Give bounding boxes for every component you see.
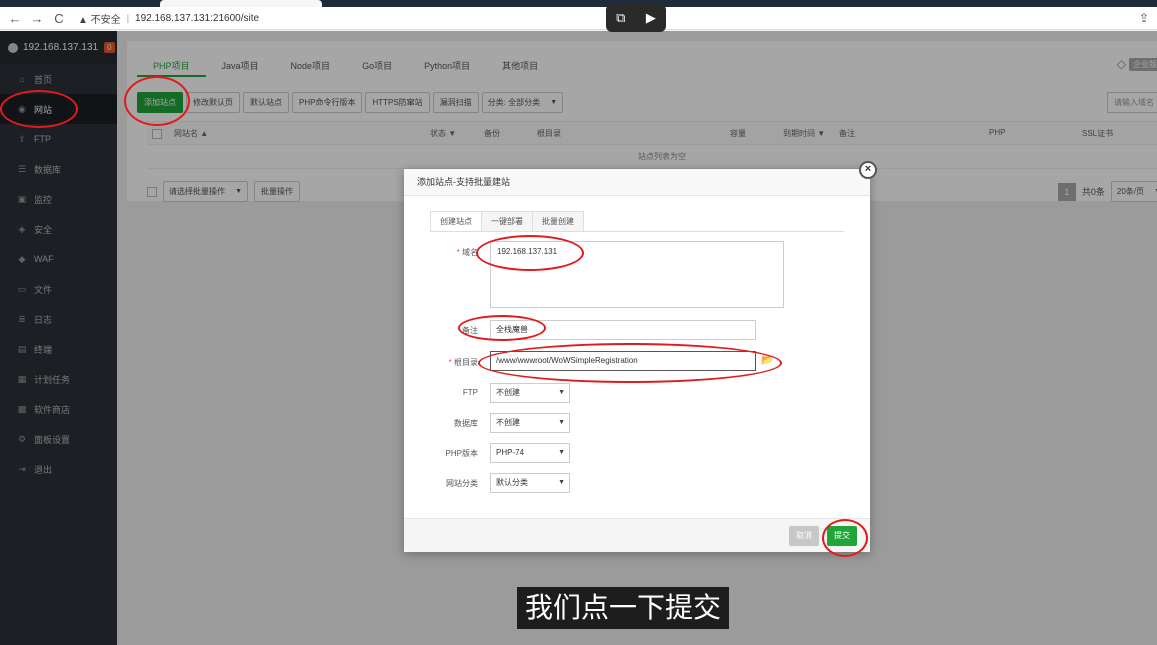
share-icon[interactable]: ⇪ — [1139, 11, 1149, 25]
domain-label: * 域名 — [456, 248, 478, 257]
modal-tab[interactable]: 一键部署 — [481, 211, 533, 231]
address-separator: | — [126, 13, 130, 23]
annotation-ring-add-site — [124, 76, 190, 126]
cancel-button[interactable]: 取消 — [789, 526, 819, 546]
modal-tab[interactable]: 批量创建 — [532, 211, 584, 231]
url-text[interactable]: 192.168.137.131:21600/site — [135, 13, 259, 24]
php-version-label: PHP版本 — [445, 449, 478, 458]
forward-icon[interactable]: → — [30, 11, 44, 26]
browser-tab-strip — [0, 0, 1157, 7]
browser-tab-active[interactable] — [160, 0, 322, 7]
address-bar: ← → C ▲ 不安全 | 192.168.137.131:21600/site… — [0, 7, 1157, 30]
ftp-label: FTP — [462, 388, 478, 397]
database-select[interactable]: 不创建 — [490, 413, 570, 433]
annotation-ring-domain — [476, 235, 584, 271]
close-icon[interactable]: × — [859, 161, 877, 179]
modal-tab[interactable]: 创建站点 — [430, 211, 482, 231]
php-version-select[interactable]: PHP-74 — [490, 443, 570, 463]
modal-footer: 取消 提交 — [404, 518, 870, 552]
back-icon[interactable]: ← — [8, 11, 22, 26]
modal-title: 添加站点-支持批量建站 — [404, 169, 870, 196]
annotation-ring-website — [0, 90, 78, 128]
ftp-select[interactable]: 不创建 — [490, 383, 570, 403]
play-icon[interactable]: ▶ — [646, 10, 656, 26]
video-subtitle: 我们点一下提交 — [517, 587, 730, 629]
modal-tabs: 创建站点 一键部署 批量创建 — [430, 211, 844, 232]
database-label: 数据库 — [454, 419, 478, 428]
annotation-ring-root — [478, 343, 782, 383]
pip-icon[interactable]: ⧉ — [616, 10, 625, 26]
annotation-ring-remark — [458, 315, 546, 341]
security-warning[interactable]: ▲ 不安全 — [78, 11, 121, 26]
annotation-ring-submit — [822, 519, 868, 557]
root-dir-label: * 根目录 — [448, 358, 478, 367]
reload-icon[interactable]: C — [52, 11, 66, 26]
site-category-label: 网站分类 — [446, 479, 478, 488]
site-category-select[interactable]: 默认分类 — [490, 473, 570, 493]
video-controls: ⧉ ▶ — [606, 4, 666, 32]
